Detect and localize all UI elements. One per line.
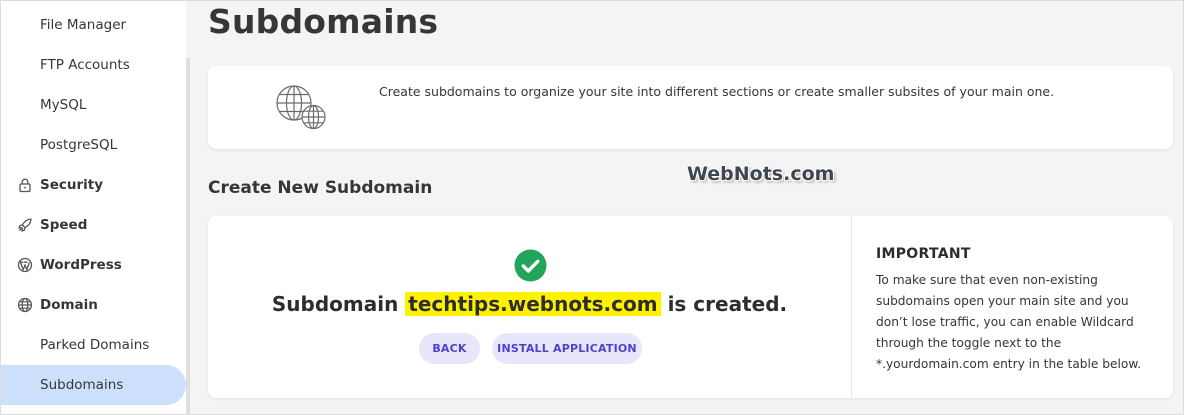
- success-message-suffix: is created.: [667, 292, 788, 316]
- sidebar-item-label: Subdomains: [40, 377, 124, 393]
- sidebar-item-security[interactable]: Security: [1, 165, 103, 205]
- divider: [851, 216, 852, 398]
- sidebar-item-domain[interactable]: Domain: [1, 285, 98, 325]
- important-title: IMPORTANT: [876, 246, 971, 262]
- sidebar-item-label: Speed: [40, 217, 88, 233]
- section-title: Create New Subdomain: [208, 178, 433, 198]
- back-button[interactable]: BACK: [419, 333, 480, 364]
- sidebar-item-label: MySQL: [40, 97, 87, 113]
- install-application-button[interactable]: INSTALL APPLICATION: [492, 333, 642, 364]
- intro-card: Create subdomains to organize your site …: [208, 66, 1173, 149]
- check-circle-icon: [514, 249, 547, 286]
- wordpress-icon: [17, 257, 33, 273]
- sidebar-item-label: WordPress: [40, 257, 122, 273]
- sidebar-item-label: File Manager: [40, 17, 127, 33]
- create-subdomain-card: Subdomain techtips.webnots.com is create…: [208, 216, 1173, 398]
- sidebar-scrollbar[interactable]: [186, 58, 190, 414]
- sidebar-item-label: PostgreSQL: [40, 137, 118, 153]
- sidebar-item-label: Parked Domains: [40, 337, 150, 353]
- globe-icon: [17, 297, 33, 313]
- sidebar-item-parked-domains[interactable]: Parked Domains: [1, 325, 149, 365]
- sidebar-item-wordpress[interactable]: WordPress: [1, 245, 122, 285]
- globe-icon: [274, 84, 328, 134]
- success-message-prefix: Subdomain: [271, 292, 399, 316]
- sidebar-item-mysql[interactable]: MySQL: [1, 85, 86, 125]
- intro-text: Create subdomains to organize your site …: [379, 84, 1055, 99]
- sidebar-item-speed[interactable]: Speed: [1, 205, 87, 245]
- sidebar: File Manager FTP Accounts MySQL PostgreS…: [1, 1, 186, 414]
- sidebar-item-label: Domain: [40, 297, 98, 313]
- rocket-icon: [17, 217, 33, 233]
- success-message: Subdomain techtips.webnots.com is create…: [208, 292, 851, 316]
- sidebar-item-label: Security: [40, 177, 104, 193]
- important-body: To make sure that even non-existing subd…: [876, 273, 1142, 371]
- lock-icon: [17, 177, 33, 193]
- sidebar-item-postgresql[interactable]: PostgreSQL: [1, 125, 117, 165]
- sidebar-item-ftp-accounts[interactable]: FTP Accounts: [1, 45, 130, 85]
- sidebar-item-subdomains[interactable]: Subdomains: [1, 365, 186, 405]
- subdomain-name: techtips.webnots.com: [405, 292, 661, 316]
- watermark: WebNots.com: [687, 163, 835, 185]
- sidebar-item-label: FTP Accounts: [40, 57, 130, 73]
- sidebar-item-file-manager[interactable]: File Manager: [1, 5, 126, 45]
- page-title: Subdomains: [208, 2, 439, 41]
